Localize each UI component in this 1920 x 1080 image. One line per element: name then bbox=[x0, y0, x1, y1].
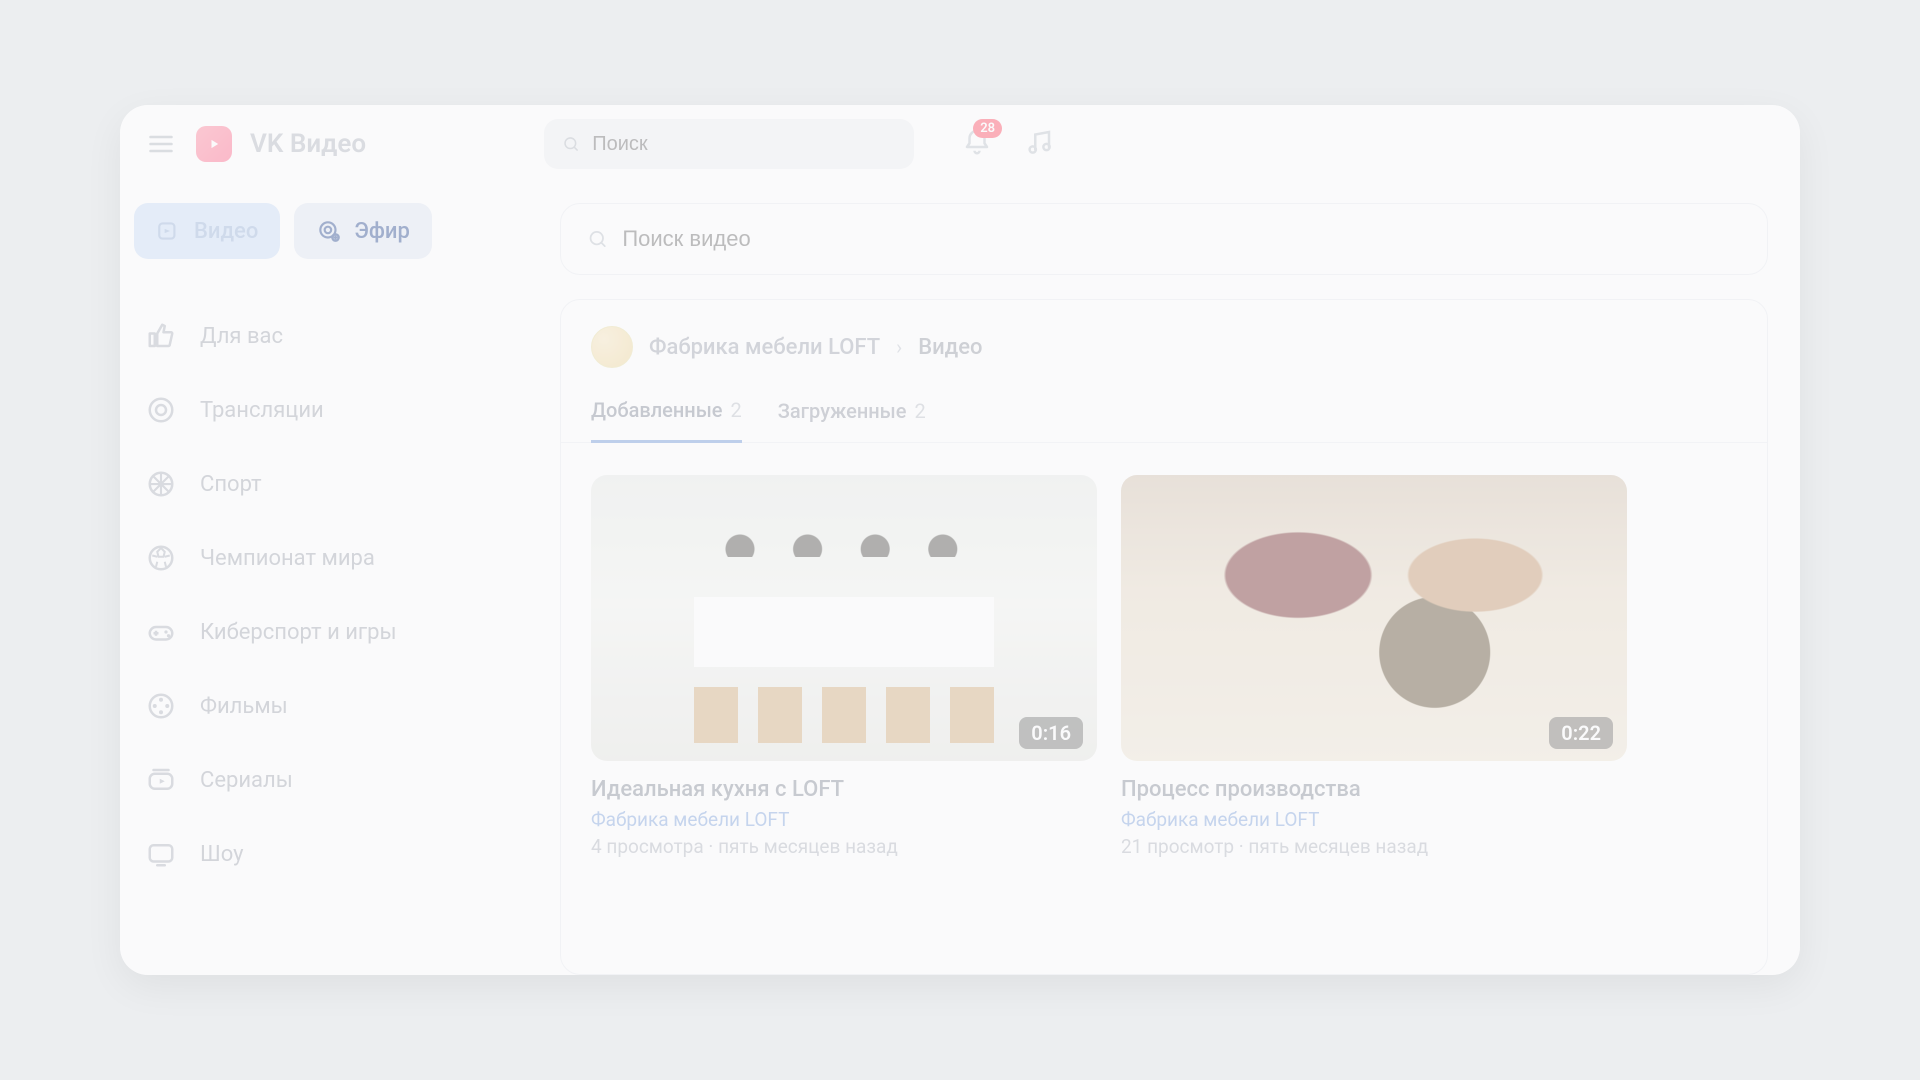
video-card[interactable]: 0:22 Процесс производства Фабрика мебели… bbox=[1121, 475, 1627, 858]
video-thumbnail[interactable]: 0:22 bbox=[1121, 475, 1627, 761]
thumb-up-icon bbox=[146, 321, 176, 351]
breadcrumb-current: Видео bbox=[918, 335, 982, 360]
filter-uploaded[interactable]: Загруженные 2 bbox=[778, 398, 926, 442]
video-channel[interactable]: Фабрика мебели LOFT bbox=[1121, 808, 1627, 831]
header: VK Видео 28 bbox=[120, 105, 1800, 183]
sidebar-item-esports[interactable]: Киберспорт и игры bbox=[134, 595, 526, 669]
global-search[interactable] bbox=[544, 119, 914, 169]
search-icon bbox=[562, 134, 580, 154]
tab-live-label: Эфир bbox=[354, 219, 409, 244]
breadcrumb: Фабрика мебели LOFT › Видео bbox=[591, 326, 1737, 368]
sidebar-item-label: Трансляции bbox=[200, 398, 324, 423]
menu-toggle-button[interactable] bbox=[144, 127, 178, 161]
video-card[interactable]: 0:16 Идеальная кухня с LOFT Фабрика мебе… bbox=[591, 475, 1097, 858]
app-window: VK Видео 28 Видео bbox=[120, 105, 1800, 975]
sidebar-item-for-you[interactable]: Для вас bbox=[134, 299, 526, 373]
channel-avatar[interactable] bbox=[591, 326, 633, 368]
search-icon bbox=[587, 228, 608, 250]
video-search-input[interactable] bbox=[622, 226, 1741, 252]
video-thumbnail[interactable]: 0:16 bbox=[591, 475, 1097, 761]
series-icon bbox=[146, 765, 176, 795]
breadcrumb-channel[interactable]: Фабрика мебели LOFT bbox=[649, 335, 880, 360]
channel-panel: Фабрика мебели LOFT › Видео Добавленные … bbox=[560, 299, 1768, 975]
live-tab-icon bbox=[316, 218, 342, 244]
filter-added[interactable]: Добавленные 2 bbox=[591, 398, 742, 443]
video-meta: 21 просмотр · пять месяцев назад bbox=[1121, 835, 1627, 858]
video-grid: 0:16 Идеальная кухня с LOFT Фабрика мебе… bbox=[591, 475, 1737, 858]
sidebar-item-films[interactable]: Фильмы bbox=[134, 669, 526, 743]
notifications-button[interactable]: 28 bbox=[962, 127, 992, 161]
tab-video-label: Видео bbox=[194, 219, 258, 244]
filter-label: Загруженные bbox=[778, 399, 907, 423]
gamepad-icon bbox=[146, 617, 176, 647]
sidebar-item-label: Шоу bbox=[200, 842, 244, 867]
music-icon bbox=[1024, 127, 1054, 157]
sidebar-item-sport[interactable]: Спорт bbox=[134, 447, 526, 521]
hamburger-icon bbox=[147, 130, 175, 158]
soccer-icon bbox=[146, 543, 176, 573]
film-icon bbox=[146, 691, 176, 721]
sidebar-item-worldcup[interactable]: Чемпионат мира bbox=[134, 521, 526, 595]
basketball-icon bbox=[146, 469, 176, 499]
video-title[interactable]: Процесс производства bbox=[1121, 777, 1627, 802]
sidebar-item-label: Киберспорт и игры bbox=[200, 620, 397, 645]
video-title[interactable]: Идеальная кухня с LOFT bbox=[591, 777, 1097, 802]
tab-video[interactable]: Видео bbox=[134, 203, 280, 259]
sidebar-item-label: Фильмы bbox=[200, 694, 288, 719]
chevron-right-icon: › bbox=[896, 335, 902, 359]
sidebar-item-label: Сериалы bbox=[200, 768, 293, 793]
header-actions: 28 bbox=[962, 127, 1054, 161]
content: Видео Эфир Для вас Трансляции Спорт bbox=[120, 183, 1800, 975]
video-tab-icon bbox=[156, 218, 182, 244]
sidebar-item-show[interactable]: Шоу bbox=[134, 817, 526, 891]
filter-label: Добавленные bbox=[591, 398, 723, 422]
music-button[interactable] bbox=[1024, 127, 1054, 161]
filter-tabs: Добавленные 2 Загруженные 2 bbox=[561, 398, 1767, 443]
tv-icon bbox=[146, 839, 176, 869]
main: Фабрика мебели LOFT › Видео Добавленные … bbox=[540, 183, 1800, 975]
filter-count: 2 bbox=[731, 398, 742, 422]
video-channel[interactable]: Фабрика мебели LOFT bbox=[591, 808, 1097, 831]
sidebar-item-label: Чемпионат мира bbox=[200, 546, 375, 571]
mode-tabs: Видео Эфир bbox=[134, 203, 526, 259]
sidebar-item-series[interactable]: Сериалы bbox=[134, 743, 526, 817]
video-meta: 4 просмотра · пять месяцев назад bbox=[591, 835, 1097, 858]
global-search-input[interactable] bbox=[592, 133, 896, 156]
notifications-badge: 28 bbox=[973, 119, 1002, 138]
tab-live[interactable]: Эфир bbox=[294, 203, 431, 259]
sidebar: Видео Эфир Для вас Трансляции Спорт bbox=[120, 183, 540, 975]
video-duration: 0:16 bbox=[1019, 717, 1083, 749]
sidebar-item-label: Спорт bbox=[200, 472, 262, 497]
sidebar-item-streams[interactable]: Трансляции bbox=[134, 373, 526, 447]
target-icon bbox=[146, 395, 176, 425]
sidebar-item-label: Для вас bbox=[200, 324, 283, 349]
video-search[interactable] bbox=[560, 203, 1768, 275]
app-brand[interactable]: VK Видео bbox=[250, 129, 366, 159]
video-duration: 0:22 bbox=[1549, 717, 1613, 749]
filter-count: 2 bbox=[914, 399, 925, 423]
app-logo-icon[interactable] bbox=[196, 126, 232, 162]
